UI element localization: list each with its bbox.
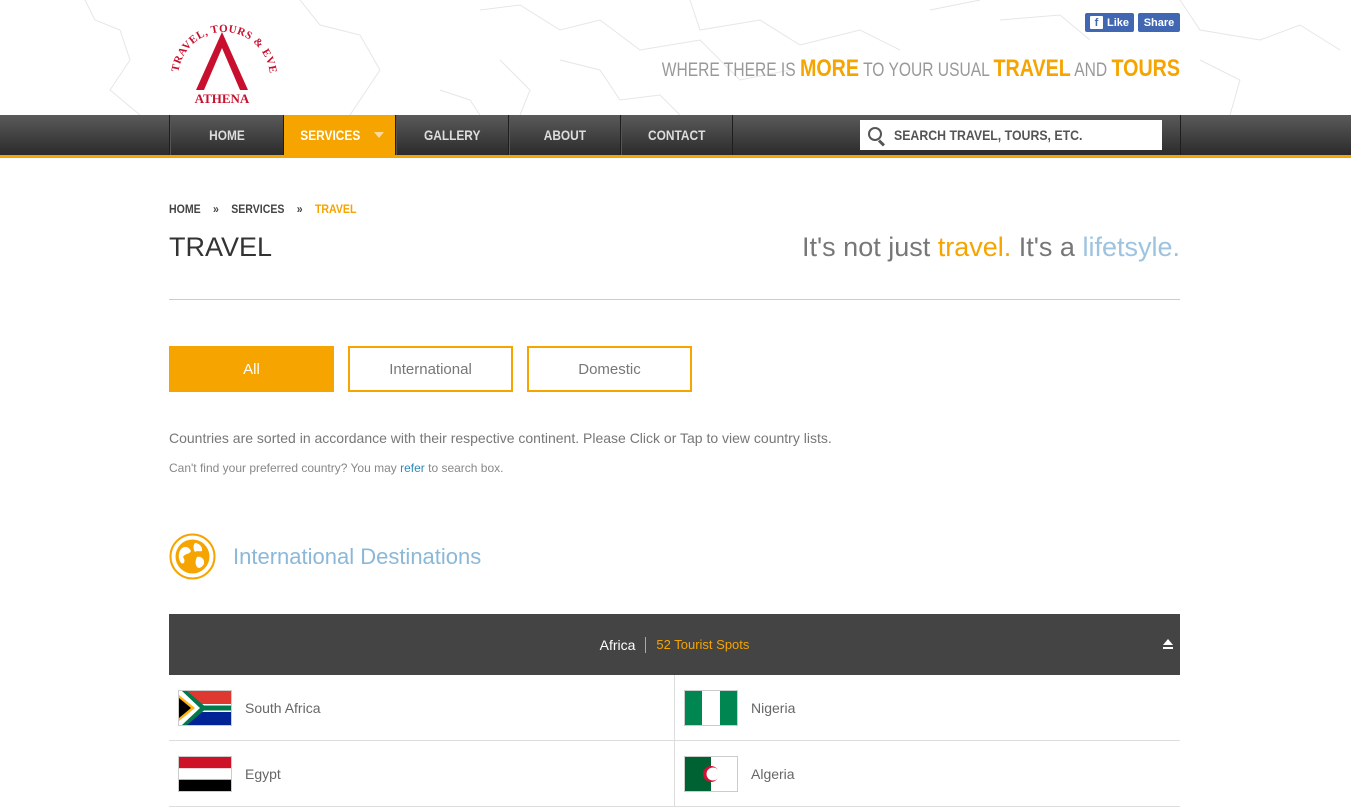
country-name: South Africa [245,699,321,716]
country-item-egypt[interactable]: Egypt [169,741,675,806]
page-slogan: It's not just travel. It's a lifetsyle. [802,232,1180,262]
search-box[interactable] [860,120,1162,150]
site-header: TRAVEL, TOURS & EVENTS, INC. ATHENA f Li… [0,0,1351,115]
continent-name: Africa [599,636,636,653]
search-hint: Can't find your preferred country? You m… [169,461,504,475]
facebook-share-button[interactable]: Share [1138,13,1180,32]
facebook-icon: f [1089,16,1103,29]
breadcrumb-services[interactable]: SERVICES [231,202,284,216]
section-title: International Destinations [233,544,482,569]
nav-item-services[interactable]: SERVICES [283,115,395,155]
continent-divider [645,636,647,653]
nav-item-gallery[interactable]: GALLERY [395,115,508,155]
south-africa-flag-icon [179,690,231,725]
svg-text:ATHENA: ATHENA [195,91,250,106]
country-name: Nigeria [751,699,796,716]
nav-item-about[interactable]: ABOUT [508,115,620,155]
nav-divider [732,115,733,155]
breadcrumb-separator: » [213,202,219,216]
breadcrumb-separator: » [296,202,303,216]
facebook-like-button[interactable]: f Like [1085,13,1134,32]
sort-note: Countries are sorted in accordance with … [169,430,832,446]
algeria-flag-icon [685,756,737,791]
nav-divider [1180,115,1181,155]
page-title: TRAVEL [169,232,273,262]
country-item-nigeria[interactable]: Nigeria [675,675,1180,740]
globe-icon [169,533,216,580]
country-item-algeria[interactable]: Algeria [675,741,1180,806]
breadcrumb-home[interactable]: HOME [169,202,201,216]
filter-international-button[interactable]: International [348,346,513,392]
header-tagline: WHERE THERE IS MORE TO YOUR USUAL TRAVEL… [661,55,1180,82]
nigeria-flag-icon [685,690,737,725]
main-navigation: HOME SERVICES GALLERY ABOUT CONTACT [0,115,1351,155]
filter-domestic-button[interactable]: Domestic [527,346,692,392]
nav-accent-line [0,155,1351,158]
refer-link[interactable]: refer [400,461,425,475]
egypt-flag-icon [179,756,231,791]
athena-logo[interactable]: TRAVEL, TOURS & EVENTS, INC. ATHENA [160,8,284,108]
breadcrumb-current: TRAVEL [314,202,357,216]
country-item-south-africa[interactable]: South Africa [169,675,675,740]
tourist-spots-count: 52 Tourist Spots [656,637,750,652]
chevron-down-icon [373,132,384,138]
breadcrumb: HOME » SERVICES » TRAVEL [169,202,356,216]
divider [169,299,1180,300]
nav-item-contact[interactable]: CONTACT [620,115,732,155]
collapse-icon[interactable] [1162,638,1174,650]
continent-accordion-header[interactable]: Africa 52 Tourist Spots [169,614,1180,675]
country-row: South Africa Nigeria [169,675,1180,741]
search-icon [868,127,884,143]
nav-item-home[interactable]: HOME [169,115,283,155]
search-input[interactable] [894,127,1123,143]
country-row: Egypt Algeria [169,741,1180,807]
filter-all-button[interactable]: All [169,346,334,392]
